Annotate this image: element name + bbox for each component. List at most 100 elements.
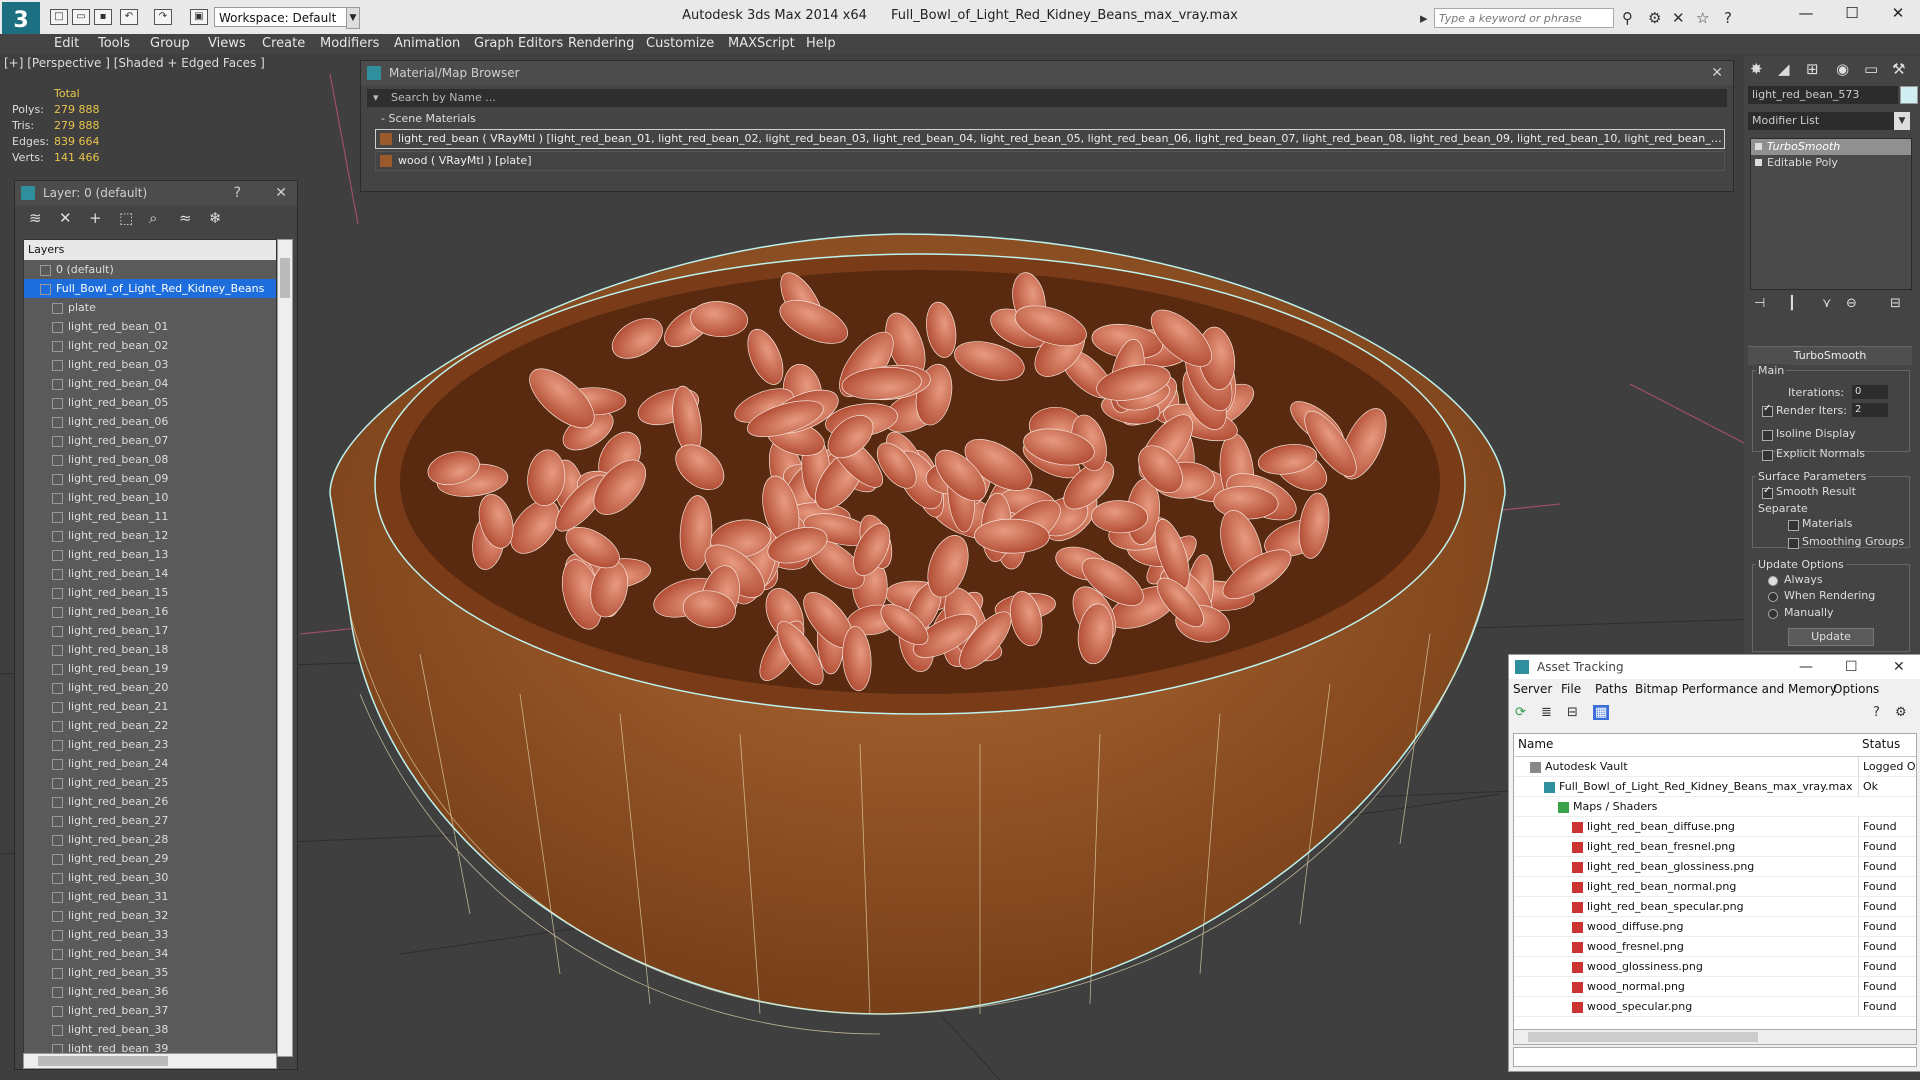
layer-row[interactable]: light_red_bean_04	[24, 374, 276, 393]
layer-row[interactable]: light_red_bean_14	[24, 564, 276, 583]
hide-all-icon[interactable]: ≈	[179, 209, 192, 227]
workspace-dropdown[interactable]: Workspace: Default	[214, 7, 354, 27]
help-icon[interactable]: ?	[1724, 9, 1732, 27]
menu-graph-editors[interactable]: Graph Editors	[474, 36, 563, 51]
material-browser-titlebar[interactable]: Material/Map Browser ✕	[361, 61, 1733, 85]
stack-item-editable-poly[interactable]: Editable Poly	[1751, 155, 1911, 171]
always-radio[interactable]	[1768, 576, 1778, 586]
menu-edit[interactable]: Edit	[54, 36, 79, 51]
layer-row[interactable]: light_red_bean_16	[24, 602, 276, 621]
layer-row[interactable]: light_red_bean_26	[24, 792, 276, 811]
utilities-tab-icon[interactable]: ⚒	[1892, 60, 1905, 78]
menu-modifiers[interactable]: Modifiers	[320, 36, 379, 51]
delete-layer-icon[interactable]: ✕	[59, 209, 72, 227]
communication-icon[interactable]: ✕	[1672, 9, 1685, 27]
help-search-input[interactable]: Type a keyword or phrase	[1434, 8, 1614, 28]
redo-icon[interactable]: ↷	[154, 9, 172, 25]
smoothing-groups-checkbox[interactable]	[1788, 538, 1799, 549]
chevron-down-icon[interactable]: ▼	[1894, 112, 1910, 130]
layer-list[interactable]: Layers 0 (default) Full_Bowl_of_Light_Red…	[23, 239, 277, 1057]
refresh-icon[interactable]: ⟳	[1515, 705, 1526, 720]
layer-row[interactable]: light_red_bean_08	[24, 450, 276, 469]
layer-row[interactable]: light_red_bean_07	[24, 431, 276, 450]
stack-item-turbosmooth[interactable]: TurboSmooth	[1751, 139, 1911, 155]
layer-row[interactable]: light_red_bean_03	[24, 355, 276, 374]
layer-row[interactable]: light_red_bean_33	[24, 925, 276, 944]
material-item[interactable]: wood ( VRayMtl ) [plate]	[375, 151, 1725, 171]
scene-materials-section[interactable]: - Scene Materials	[367, 111, 1733, 127]
layer-row[interactable]: light_red_bean_22	[24, 716, 276, 735]
layer-row[interactable]: light_red_bean_28	[24, 830, 276, 849]
asset-row[interactable]: light_red_bean_fresnel.png Found	[1514, 837, 1916, 857]
layer-row[interactable]: light_red_bean_36	[24, 982, 276, 1001]
turbosmooth-rollout-header[interactable]: TurboSmooth	[1748, 346, 1912, 365]
select-objects-icon[interactable]: ⬚	[119, 209, 133, 227]
asset-row[interactable]: wood_normal.png Found	[1514, 977, 1916, 997]
layer-row[interactable]: light_red_bean_11	[24, 507, 276, 526]
asset-menu-paths[interactable]: Paths	[1595, 682, 1628, 696]
scroll-thumb[interactable]	[280, 258, 290, 298]
add-to-layer-icon[interactable]: +	[89, 209, 102, 227]
hierarchy-tab-icon[interactable]: ⊞	[1806, 60, 1819, 78]
layer-row[interactable]: light_red_bean_06	[24, 412, 276, 431]
motion-tab-icon[interactable]: ◉	[1836, 60, 1849, 78]
asset-row[interactable]: Full_Bowl_of_Light_Red_Kidney_Beans_max_…	[1514, 777, 1916, 797]
menu-tools[interactable]: Tools	[98, 36, 130, 51]
layer-row[interactable]: light_red_bean_27	[24, 811, 276, 830]
asset-menu-bitmap-performance[interactable]: Bitmap Performance and Memory	[1635, 682, 1837, 696]
maximize-icon[interactable]: ☐	[1832, 4, 1872, 22]
show-end-result-icon[interactable]: ┃	[1788, 296, 1796, 311]
freeze-all-icon[interactable]: ❄	[209, 209, 222, 227]
project-folder-icon[interactable]: ▣	[190, 9, 208, 25]
asset-row[interactable]: Maps / Shaders	[1514, 797, 1916, 817]
menu-rendering[interactable]: Rendering	[568, 36, 634, 51]
menu-customize[interactable]: Customize	[646, 36, 714, 51]
layer-row[interactable]: light_red_bean_10	[24, 488, 276, 507]
highlight-layer-icon[interactable]: ⌕	[149, 209, 157, 227]
maximize-icon[interactable]: ☐	[1845, 655, 1858, 679]
asset-row[interactable]: light_red_bean_glossiness.png Found	[1514, 857, 1916, 877]
asset-menu-file[interactable]: File	[1561, 682, 1581, 696]
modify-tab-icon[interactable]: ◢	[1778, 60, 1790, 78]
name-column-header[interactable]: Name	[1518, 737, 1553, 751]
vertical-scrollbar[interactable]	[277, 239, 293, 1057]
list-view-icon[interactable]: ≣	[1541, 705, 1552, 720]
layer-row[interactable]: Full_Bowl_of_Light_Red_Kidney_Beans	[24, 279, 276, 298]
close-icon[interactable]: ✕	[1711, 61, 1723, 85]
menu-views[interactable]: Views	[208, 36, 246, 51]
asset-menu-server[interactable]: Server	[1513, 682, 1552, 696]
close-icon[interactable]: ✕	[1878, 4, 1918, 22]
materials-checkbox[interactable]	[1788, 520, 1799, 531]
menu-maxscript[interactable]: MAXScript	[728, 36, 795, 51]
explicit-normals-checkbox[interactable]	[1762, 450, 1773, 461]
configure-sets-icon[interactable]: ⊟	[1890, 296, 1901, 311]
asset-row[interactable]: wood_diffuse.png Found	[1514, 917, 1916, 937]
create-layer-icon[interactable]: ≋	[29, 209, 42, 227]
menu-animation[interactable]: Animation	[394, 36, 460, 51]
iterations-spinner[interactable]: 0	[1852, 385, 1888, 399]
menu-group[interactable]: Group	[150, 36, 190, 51]
layer-row[interactable]: light_red_bean_01	[24, 317, 276, 336]
layer-row[interactable]: light_red_bean_05	[24, 393, 276, 412]
render-iters-checkbox[interactable]	[1762, 403, 1773, 417]
undo-icon[interactable]: ↶	[120, 9, 138, 25]
layer-row[interactable]: light_red_bean_21	[24, 697, 276, 716]
detail-view-icon[interactable]: ⊟	[1567, 705, 1578, 720]
isoline-display-checkbox[interactable]	[1762, 430, 1773, 441]
chevron-down-icon[interactable]: ▼	[346, 7, 360, 29]
minimize-icon[interactable]: —	[1799, 655, 1813, 679]
create-tab-icon[interactable]: ✸	[1750, 60, 1763, 78]
open-file-icon[interactable]: ▭	[72, 9, 90, 25]
material-search-input[interactable]: Search by Name ...	[367, 89, 1727, 107]
expand-icon[interactable]	[1755, 159, 1762, 166]
when-rendering-radio[interactable]	[1768, 592, 1778, 602]
layer-row[interactable]: light_red_bean_30	[24, 868, 276, 887]
save-file-icon[interactable]: ▪	[94, 9, 112, 25]
asset-tracking-titlebar[interactable]: Asset Tracking — ☐ ✕	[1509, 655, 1920, 679]
layer-row[interactable]: 0 (default)	[24, 260, 276, 279]
remove-modifier-icon[interactable]: ⊖	[1846, 296, 1857, 311]
menu-help[interactable]: Help	[806, 36, 836, 51]
modifier-list-dropdown[interactable]: Modifier List	[1748, 112, 1910, 130]
horizontal-scrollbar[interactable]	[1513, 1029, 1917, 1045]
close-icon[interactable]: ✕	[275, 181, 287, 205]
